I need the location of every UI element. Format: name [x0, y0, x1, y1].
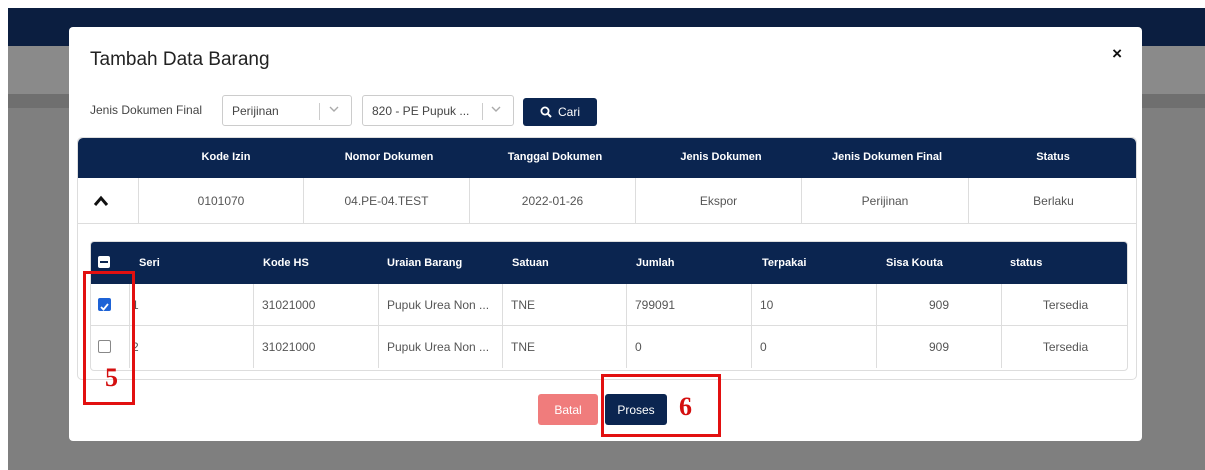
- cell-jenis-dokumen-final: Perijinan: [801, 178, 968, 224]
- cell-terpakai: 10: [751, 284, 876, 326]
- annotation-box-process: [601, 374, 721, 437]
- cell-status: Tersedia: [1001, 326, 1127, 368]
- document-type-select[interactable]: Perijinan: [222, 95, 352, 126]
- item-table: Seri Kode HS Uraian Barang Satuan Jumlah…: [90, 241, 1128, 371]
- annotation-step-5: 5: [105, 363, 118, 392]
- chevron-up-icon[interactable]: [92, 192, 110, 210]
- cell-tanggal-dokumen: 2022-01-26: [469, 178, 635, 224]
- col-uraian-barang: Uraian Barang: [387, 257, 463, 269]
- col-kode-izin: Kode Izin: [201, 151, 251, 163]
- cell-satuan: TNE: [502, 326, 626, 368]
- cell-jumlah: 0: [626, 326, 751, 368]
- table-row[interactable]: 0101070 04.PE-04.TEST 2022-01-26 Ekspor …: [78, 178, 1136, 224]
- col-satuan: Satuan: [512, 257, 549, 269]
- document-select[interactable]: 820 - PE Pupuk ...: [362, 95, 514, 126]
- cell-nomor-dokumen: 04.PE-04.TEST: [303, 178, 469, 224]
- cell-seri: 2: [129, 326, 253, 368]
- col-status: status: [1010, 257, 1043, 269]
- col-status: Status: [1036, 151, 1070, 163]
- cell-status: Tersedia: [1001, 284, 1127, 326]
- cell-seri: 1: [129, 284, 253, 326]
- cell-uraian-barang: Pupuk Urea Non ...: [378, 284, 502, 326]
- cell-terpakai: 0: [751, 326, 876, 368]
- chevron-down-icon: [491, 106, 501, 112]
- col-sisa-kouta: Sisa Kouta: [886, 257, 943, 269]
- col-jumlah: Jumlah: [636, 257, 675, 269]
- cell-jenis-dokumen: Ekspor: [635, 178, 801, 224]
- modal-title: Tambah Data Barang: [90, 49, 270, 70]
- cell-sisa-kouta: 909: [876, 284, 1001, 326]
- document-value: 820 - PE Pupuk ...: [372, 104, 470, 118]
- select-separator: [319, 103, 320, 120]
- cell-kode-hs: 31021000: [253, 326, 378, 368]
- select-separator: [482, 103, 483, 120]
- table-row[interactable]: 1 31021000 Pupuk Urea Non ... TNE 799091…: [91, 284, 1127, 326]
- cell-uraian-barang: Pupuk Urea Non ...: [378, 326, 502, 368]
- col-nomor-dokumen: Nomor Dokumen: [344, 151, 434, 163]
- cell-jumlah: 799091: [626, 284, 751, 326]
- col-terpakai: Terpakai: [762, 257, 807, 269]
- filter-label: Jenis Dokumen Final: [90, 103, 203, 117]
- cell-status: Berlaku: [968, 178, 1136, 224]
- col-kode-hs: Kode HS: [263, 257, 309, 269]
- search-button-label: Cari: [557, 105, 580, 119]
- search-button[interactable]: Cari: [523, 98, 597, 126]
- select-all-checkbox[interactable]: [98, 256, 110, 268]
- cell-satuan: TNE: [502, 284, 626, 326]
- col-tanggal-dokumen: Tanggal Dokumen: [507, 151, 603, 163]
- col-jenis-dokumen: Jenis Dokumen: [680, 151, 762, 163]
- chevron-down-icon: [329, 106, 339, 112]
- cell-kode-izin: 0101070: [138, 178, 303, 224]
- cancel-button[interactable]: Batal: [538, 394, 598, 425]
- col-seri: Seri: [139, 257, 160, 269]
- document-table-header: Kode Izin Nomor Dokumen Tanggal Dokumen …: [78, 138, 1136, 178]
- table-row[interactable]: 2 31021000 Pupuk Urea Non ... TNE 0 0 90…: [91, 326, 1127, 368]
- item-table-header: Seri Kode HS Uraian Barang Satuan Jumlah…: [91, 242, 1127, 284]
- col-jenis-dokumen-final: Jenis Dokumen Final: [831, 151, 943, 163]
- document-table: Kode Izin Nomor Dokumen Tanggal Dokumen …: [77, 137, 1137, 380]
- annotation-step-6: 6: [679, 392, 692, 421]
- cell-kode-hs: 31021000: [253, 284, 378, 326]
- cell-sisa-kouta: 909: [876, 326, 1001, 368]
- search-icon: [540, 106, 552, 118]
- document-type-value: Perijinan: [232, 104, 279, 118]
- close-button[interactable]: ×: [1112, 44, 1122, 64]
